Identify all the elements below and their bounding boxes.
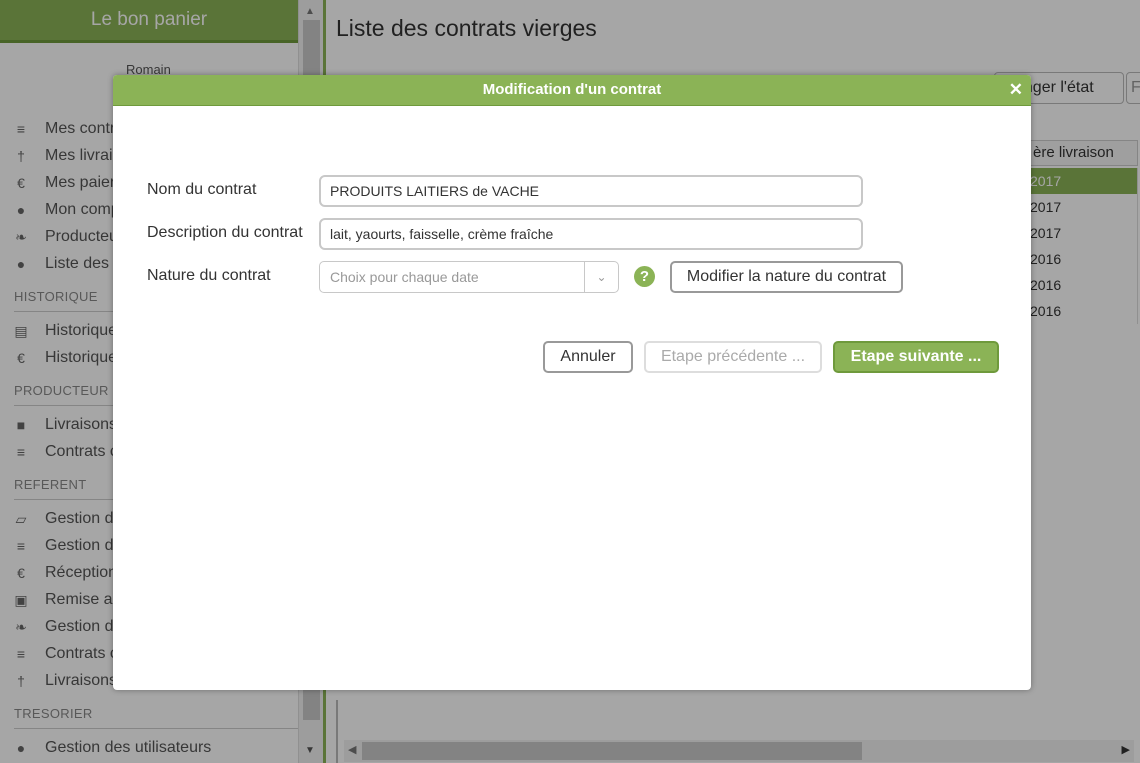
contract-name-label: Nom du contrat — [147, 181, 257, 198]
modify-nature-button[interactable]: Modifier la nature du contrat — [670, 261, 903, 293]
help-icon[interactable]: ? — [634, 266, 655, 287]
close-icon[interactable]: ✕ — [1009, 80, 1023, 100]
contract-description-input[interactable] — [319, 218, 863, 250]
contract-nature-value: Choix pour chaque date — [330, 269, 479, 285]
previous-step-button[interactable]: Etape précédente ... — [644, 341, 822, 373]
contract-nature-label: Nature du contrat — [147, 267, 271, 284]
contract-nature-select[interactable]: Choix pour chaque date ⌄ — [319, 261, 619, 293]
contract-description-label: Description du contrat — [147, 224, 303, 241]
contract-edit-dialog: Modification d'un contrat ✕ Nom du contr… — [113, 75, 1031, 690]
contract-name-input[interactable] — [319, 175, 863, 207]
dialog-header: Modification d'un contrat ✕ — [113, 75, 1031, 106]
next-step-button[interactable]: Etape suivante ... — [833, 341, 999, 373]
chevron-down-icon[interactable]: ⌄ — [584, 262, 618, 292]
dialog-title: Modification d'un contrat — [482, 81, 662, 98]
cancel-button[interactable]: Annuler — [543, 341, 633, 373]
